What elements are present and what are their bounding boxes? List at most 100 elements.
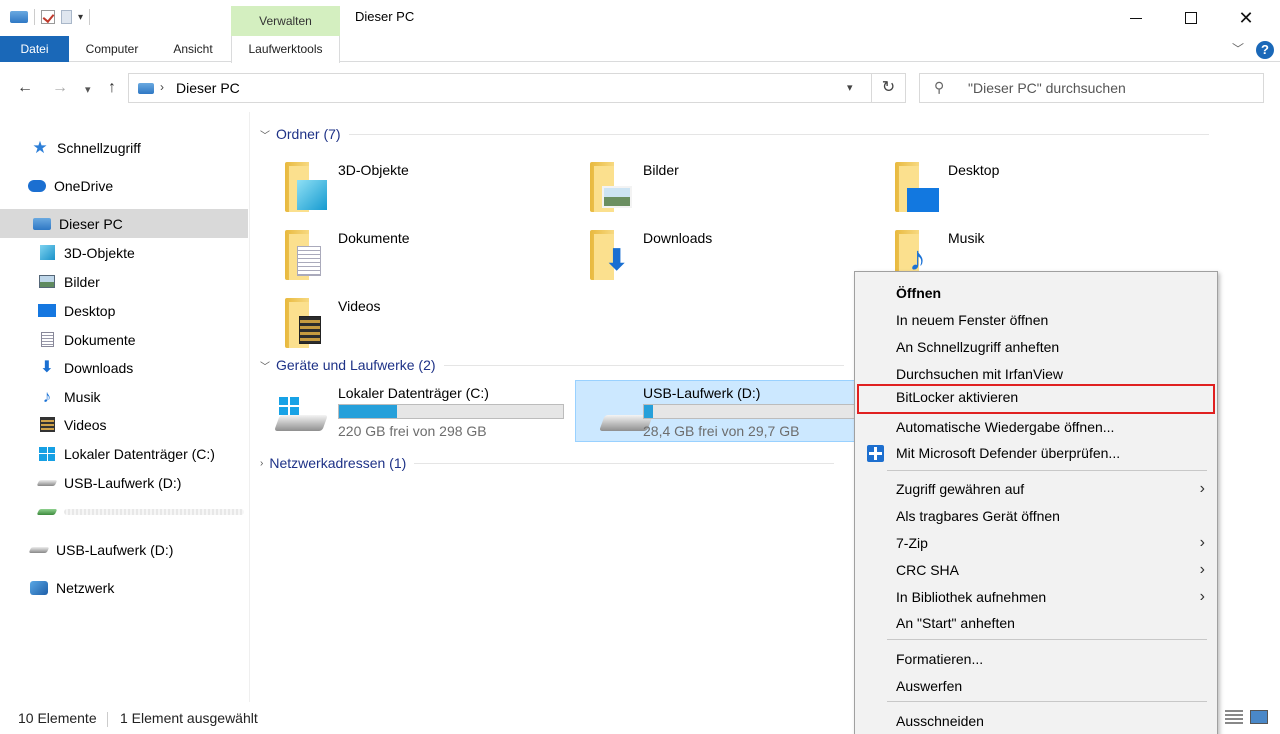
chevron-right-icon: › [1199, 588, 1205, 605]
usb-drive-icon [36, 475, 58, 491]
sidebar-item-videos[interactable]: Videos [0, 410, 248, 439]
close-button[interactable]: ✕ [1223, 0, 1269, 36]
new-folder-icon[interactable] [61, 10, 72, 24]
refresh-button[interactable]: ↻ [872, 73, 906, 103]
search-box[interactable]: ⚲ [919, 73, 1264, 103]
tab-view[interactable]: Ansicht [160, 36, 226, 62]
sidebar-item-downloads[interactable]: ⬇ Downloads [0, 353, 248, 382]
tab-file[interactable]: Datei [0, 36, 69, 62]
breadcrumb[interactable]: Dieser PC [176, 80, 240, 96]
divider [34, 9, 35, 25]
group-header-devices[interactable]: ﹀ Geräte und Laufwerke (2) [260, 357, 844, 373]
folder-3d-objects[interactable]: 3D-Objekte [251, 156, 541, 218]
sidebar-item-music[interactable]: ♪ Musik [0, 382, 248, 411]
recent-locations-chevron-icon[interactable]: ▾ [85, 83, 91, 96]
group-header-folders[interactable]: ﹀ Ordner (7) [260, 126, 1209, 142]
back-arrow-icon[interactable]: ← [17, 79, 33, 97]
title-bar: ▾ Verwalten Dieser PC ✕ [0, 0, 1280, 36]
sidebar-item-obscured-drive[interactable] [0, 497, 248, 526]
context-tab-group-label: Verwalten [231, 6, 340, 36]
menu-item-defender-scan[interactable]: Mit Microsoft Defender überprüfen... [855, 440, 1217, 466]
menu-item-pin-quick-access[interactable]: An Schnellzugriff anheften [855, 334, 1217, 360]
menu-item-label: 7-Zip [896, 535, 928, 551]
sidebar-item-desktop[interactable]: Desktop [0, 296, 248, 325]
sidebar-item-usb-drive-d-root[interactable]: USB-Laufwerk (D:) [0, 535, 248, 564]
usb-drive-icon [36, 504, 58, 520]
sidebar-item-documents[interactable]: Dokumente [0, 325, 248, 354]
status-bar: 10 Elemente 1 Element ausgewählt [0, 702, 1280, 734]
breadcrumb-separator-icon[interactable]: › [160, 80, 164, 94]
drive-usage-bar [643, 404, 855, 419]
ribbon-tabs: Datei Computer Ansicht Laufwerktools [0, 36, 1280, 63]
group-header-network-locations[interactable]: › Netzwerkadressen (1) [260, 455, 835, 471]
chevron-right-icon: › [260, 457, 264, 469]
menu-item-open-new-window[interactable]: In neuem Fenster öffnen [855, 307, 1217, 333]
navigation-bar: ← → ▾ ↑ › Dieser PC ▾ ↻ ⚲ [0, 62, 1280, 112]
chevron-right-icon: › [1199, 534, 1205, 551]
folder-documents[interactable]: Dokumente [251, 224, 541, 286]
folder-label: Bilder [643, 162, 679, 178]
context-menu: Öffnen In neuem Fenster öffnen An Schnel… [854, 271, 1218, 734]
sidebar-item-label: Dokumente [64, 331, 136, 348]
menu-item-format[interactable]: Formatieren... [855, 646, 1217, 672]
expand-ribbon-chevron-icon[interactable]: ﹀ [1232, 40, 1244, 57]
search-input[interactable] [968, 78, 1248, 98]
sidebar-item-label: Dieser PC [59, 215, 123, 232]
address-bar[interactable]: › Dieser PC ▾ [128, 73, 872, 103]
chevron-down-icon: ﹀ [260, 361, 270, 373]
windows-drive-icon [38, 446, 56, 462]
drive-usage-fill [644, 405, 654, 418]
navigation-pane: ★ Schnellzugriff OneDrive Dieser PC 3D-O… [0, 112, 250, 702]
folder-videos[interactable]: Videos [251, 292, 541, 354]
sidebar-item-pictures[interactable]: Bilder [0, 267, 248, 296]
large-icons-view-icon[interactable] [1250, 710, 1268, 724]
computer-icon [33, 216, 51, 232]
sidebar-item-label: Downloads [64, 359, 134, 376]
address-dropdown-icon[interactable]: ▾ [847, 81, 853, 94]
sidebar-item-network[interactable]: Netzwerk [0, 573, 248, 602]
properties-checkbox-icon[interactable] [41, 10, 55, 24]
drive-usb-d[interactable]: USB-Laufwerk (D:) 28,4 GB frei von 29,7 … [575, 380, 855, 442]
menu-item-give-access[interactable]: Zugriff gewähren auf › [855, 476, 1217, 502]
folder-documents-icon [285, 230, 327, 280]
folder-pictures[interactable]: Bilder [556, 156, 846, 218]
sidebar-item-3d-objects[interactable]: 3D-Objekte [0, 238, 248, 267]
divider [443, 364, 844, 366]
menu-item-7zip[interactable]: 7-Zip › [855, 530, 1217, 556]
folder-downloads[interactable]: ⬇ Downloads [556, 224, 846, 286]
star-icon: ★ [32, 137, 48, 157]
sidebar-item-this-pc[interactable]: Dieser PC [0, 209, 248, 238]
folder-downloads-icon: ⬇ [590, 230, 632, 280]
drive-local-disk-c[interactable]: Lokaler Datenträger (C:) 220 GB frei von… [251, 381, 571, 443]
maximize-button[interactable] [1168, 0, 1214, 36]
sidebar-item-quick-access[interactable]: ★ Schnellzugriff [0, 133, 248, 162]
details-view-icon[interactable] [1225, 710, 1243, 724]
folder-label: 3D-Objekte [338, 162, 409, 178]
folder-desktop-icon [895, 162, 939, 212]
chevron-right-icon: › [1199, 561, 1205, 578]
menu-item-pin-start[interactable]: An "Start" anheften [855, 610, 1217, 636]
sidebar-item-label: USB-Laufwerk (D:) [56, 541, 174, 558]
sidebar-item-onedrive[interactable]: OneDrive [0, 171, 248, 200]
tab-computer[interactable]: Computer [76, 36, 148, 62]
sidebar-item-usb-drive-d[interactable]: USB-Laufwerk (D:) [0, 468, 248, 497]
menu-item-open-portable[interactable]: Als tragbares Gerät öffnen [855, 503, 1217, 529]
tab-drive-tools[interactable]: Laufwerktools [231, 36, 340, 63]
help-icon[interactable]: ? [1256, 41, 1274, 59]
folder-pictures-icon [590, 162, 632, 212]
sidebar-item-local-disk-c[interactable]: Lokaler Datenträger (C:) [0, 439, 248, 468]
menu-item-include-library[interactable]: In Bibliothek aufnehmen › [855, 584, 1217, 610]
up-arrow-icon[interactable]: ↑ [108, 79, 116, 97]
forward-arrow-icon[interactable]: → [52, 79, 68, 97]
video-icon [38, 417, 56, 433]
menu-item-open[interactable]: Öffnen [855, 280, 1217, 306]
folder-desktop[interactable]: Desktop [861, 156, 1151, 218]
computer-icon [138, 83, 154, 94]
customize-toolbar-dropdown-icon[interactable]: ▾ [78, 12, 83, 23]
minimize-button[interactable] [1113, 0, 1159, 36]
divider [107, 712, 108, 727]
menu-item-autoplay[interactable]: Automatische Wiedergabe öffnen... [855, 414, 1217, 440]
menu-item-bitlocker[interactable]: BitLocker aktivieren [857, 384, 1215, 414]
menu-item-crc-sha[interactable]: CRC SHA › [855, 557, 1217, 583]
menu-item-eject[interactable]: Auswerfen [855, 673, 1217, 699]
